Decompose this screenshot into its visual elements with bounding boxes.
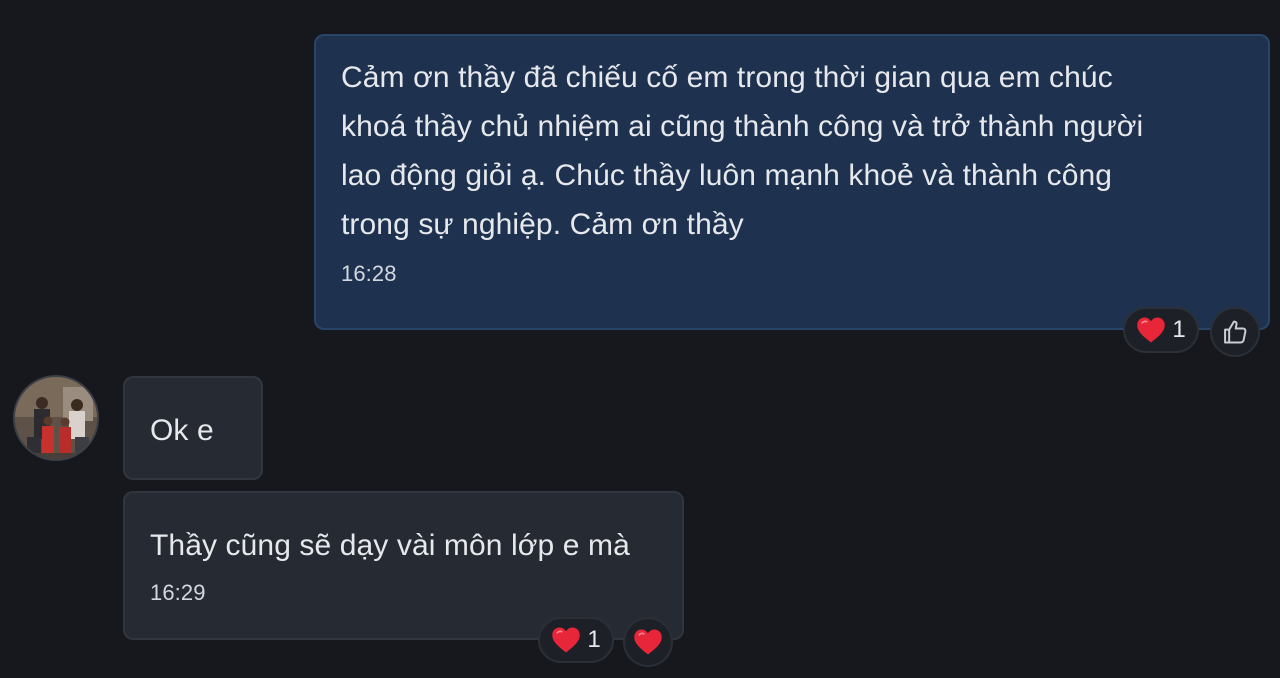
- message-text: Cảm ơn thầy đã chiếu cố em trong thời gi…: [341, 61, 1144, 241]
- message-timestamp: 16:29: [150, 580, 206, 605]
- outgoing-message-bubble[interactable]: Cảm ơn thầy đã chiếu cố em trong thời gi…: [314, 34, 1270, 330]
- heart-icon: [551, 626, 581, 654]
- incoming-message-bubble[interactable]: Ok e: [123, 376, 263, 480]
- thumbs-up-icon: [1221, 318, 1249, 346]
- message-text: Ok e: [150, 414, 214, 447]
- message-timestamp: 16:28: [341, 261, 397, 286]
- heart-reaction-badge[interactable]: 1: [538, 617, 614, 663]
- incoming-message-bubble[interactable]: Thầy cũng sẽ dạy vài môn lớp e mà 16:29: [123, 491, 684, 640]
- reaction-count: 1: [1172, 316, 1186, 343]
- message-text: Thầy cũng sẽ dạy vài môn lớp e mà: [150, 529, 630, 562]
- chat-window: Cảm ơn thầy đã chiếu cố em trong thời gi…: [0, 0, 1280, 678]
- reaction-count: 1: [587, 626, 601, 653]
- heart-reaction-badge[interactable]: 1: [1123, 307, 1199, 353]
- heart-icon: [633, 628, 663, 656]
- add-like-reaction-button[interactable]: [1210, 307, 1260, 357]
- add-heart-reaction-button[interactable]: [623, 617, 673, 667]
- avatar[interactable]: [13, 375, 99, 461]
- heart-icon: [1136, 316, 1166, 344]
